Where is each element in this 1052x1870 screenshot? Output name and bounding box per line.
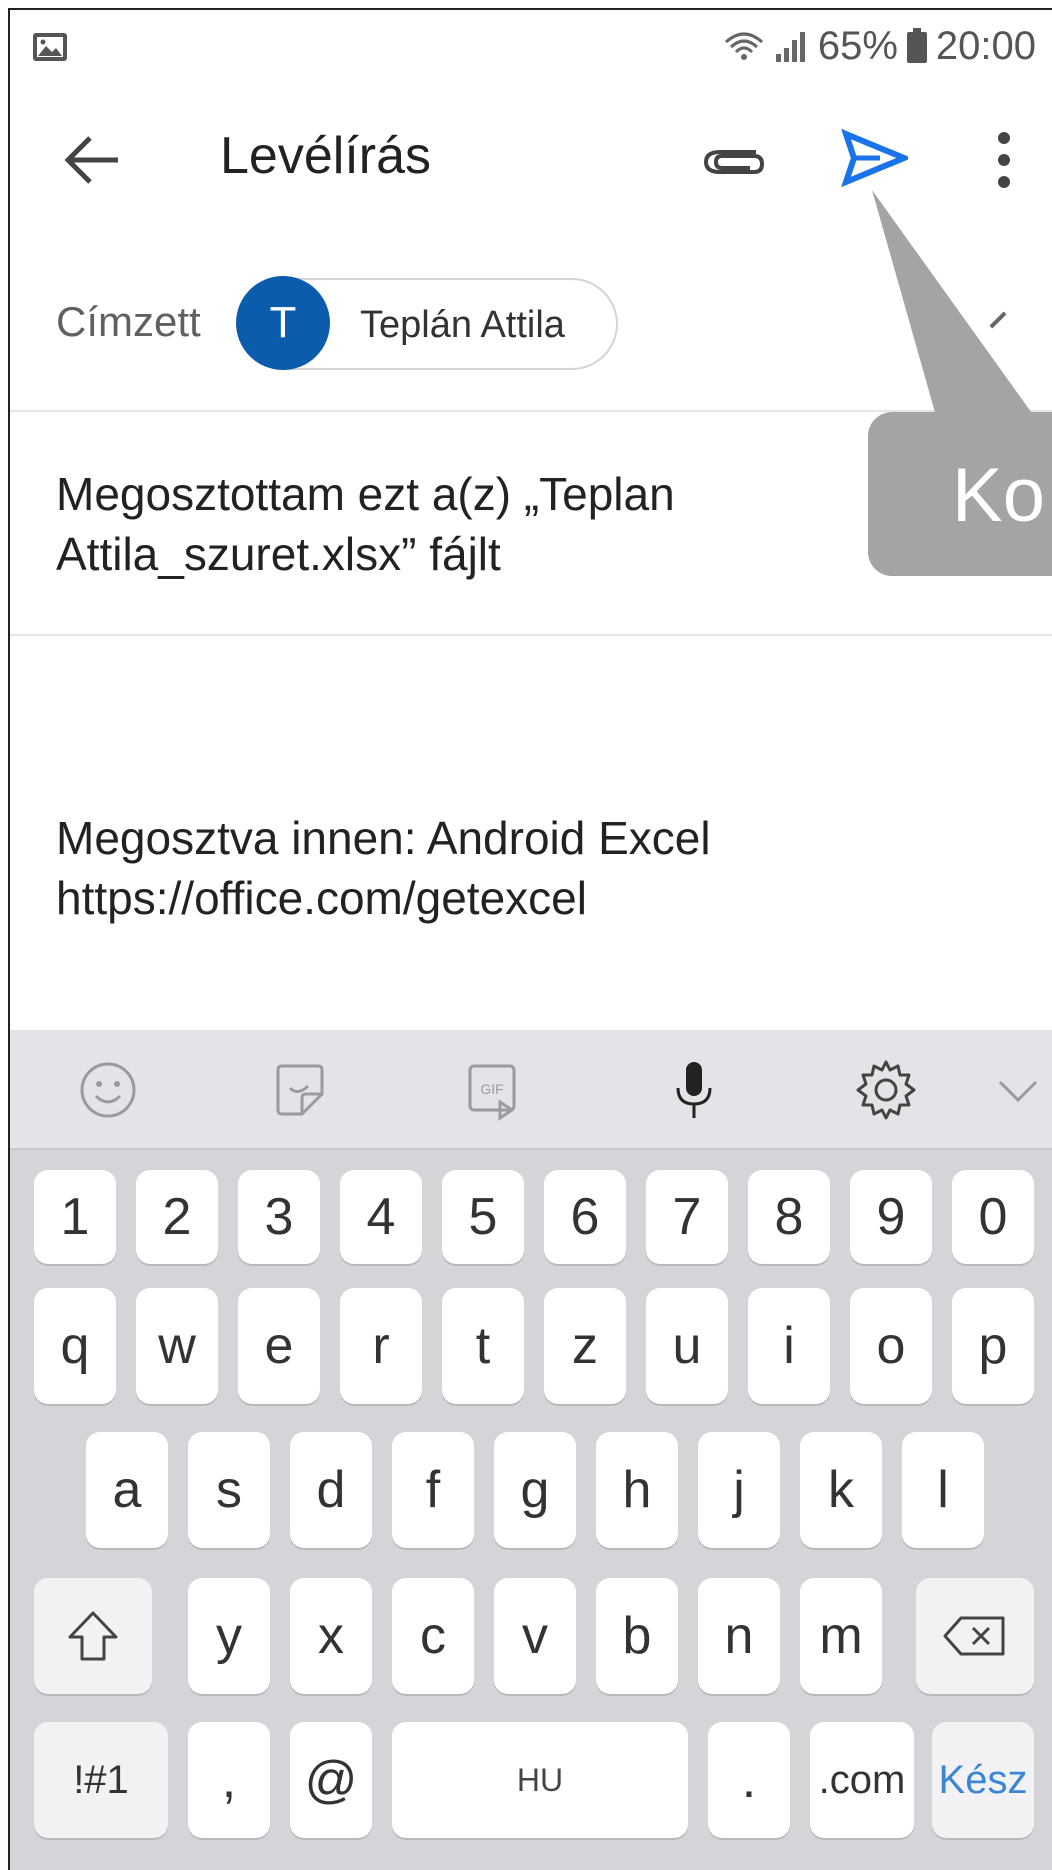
signal-icon	[775, 32, 805, 62]
body-line: Megosztva innen: Android Excel	[56, 812, 711, 864]
key-j[interactable]: j	[698, 1432, 780, 1548]
key-5[interactable]: 5	[442, 1170, 524, 1264]
keyboard: GIF 1 2 3 4 5 6 7 8 9 0 q w e r t z u i …	[10, 1030, 1052, 1870]
key-s[interactable]: s	[188, 1432, 270, 1548]
comma-key[interactable]: ,	[188, 1722, 270, 1838]
key-b[interactable]: b	[596, 1578, 678, 1694]
key-g[interactable]: g	[494, 1432, 576, 1548]
key-f[interactable]: f	[392, 1432, 474, 1548]
status-time: 20:00	[935, 23, 1036, 68]
key-w[interactable]: w	[136, 1288, 218, 1404]
body-line: https://office.com/getexcel	[56, 872, 587, 924]
key-3[interactable]: 3	[238, 1170, 320, 1264]
battery-percent: 65%	[817, 23, 898, 68]
sticker-icon[interactable]	[268, 1058, 332, 1122]
settings-icon[interactable]	[854, 1058, 918, 1122]
key-k[interactable]: k	[800, 1432, 882, 1548]
body-text: Megosztva innen: Android Excel https://o…	[56, 808, 956, 928]
battery-icon	[906, 28, 927, 63]
subject-line: Attila_szuret.xlsx” fájlt	[56, 528, 501, 580]
subject-text: Megosztottam ezt a(z) „Teplan Attila_szu…	[56, 464, 816, 584]
recipient-name: Teplán Attila	[360, 304, 565, 346]
symbols-key[interactable]: !#1	[34, 1722, 168, 1838]
app-bar: Levélírás	[10, 90, 1052, 230]
shift-key[interactable]	[34, 1578, 152, 1694]
avatar: T	[236, 276, 330, 370]
recipient-chip[interactable]: T Teplán Attila	[236, 276, 618, 370]
screen: 65% 20:00 Levélírás Címzett T Teplán Att…	[0, 0, 1052, 1870]
period-key[interactable]: .	[708, 1722, 790, 1838]
gif-icon[interactable]: GIF	[460, 1058, 524, 1122]
key-d[interactable]: d	[290, 1432, 372, 1548]
key-z[interactable]: z	[544, 1288, 626, 1404]
back-arrow-icon[interactable]	[62, 132, 122, 188]
backspace-icon	[943, 1616, 1005, 1656]
key-1[interactable]: 1	[34, 1170, 116, 1264]
key-x[interactable]: x	[290, 1578, 372, 1694]
callout-text: Ko	[952, 453, 1045, 538]
key-c[interactable]: c	[392, 1578, 474, 1694]
key-y[interactable]: y	[188, 1578, 270, 1694]
key-i[interactable]: i	[748, 1288, 830, 1404]
svg-text:GIF: GIF	[480, 1081, 503, 1097]
image-notification-icon	[33, 33, 67, 61]
key-4[interactable]: 4	[340, 1170, 422, 1264]
to-label: Címzett	[56, 298, 201, 345]
callout-box: Ko	[868, 412, 1052, 576]
emoji-icon[interactable]	[76, 1058, 140, 1122]
key-t[interactable]: t	[442, 1288, 524, 1404]
send-icon[interactable]	[840, 128, 908, 188]
keyboard-toolbar: GIF	[10, 1030, 1052, 1150]
key-a[interactable]: a	[86, 1432, 168, 1548]
key-r[interactable]: r	[340, 1288, 422, 1404]
shift-icon	[68, 1611, 118, 1661]
chevron-down-icon[interactable]	[986, 1058, 1050, 1122]
page-title: Levélírás	[220, 127, 431, 185]
key-h[interactable]: h	[596, 1432, 678, 1548]
subject-line: Megosztottam ezt a(z) „Teplan	[56, 468, 675, 520]
dotcom-key[interactable]: .com	[810, 1722, 914, 1838]
at-key[interactable]: @	[290, 1722, 372, 1838]
key-e[interactable]: e	[238, 1288, 320, 1404]
key-7[interactable]: 7	[646, 1170, 728, 1264]
key-n[interactable]: n	[698, 1578, 780, 1694]
key-u[interactable]: u	[646, 1288, 728, 1404]
key-9[interactable]: 9	[850, 1170, 932, 1264]
backspace-key[interactable]	[916, 1578, 1034, 1694]
paperclip-icon[interactable]	[700, 136, 768, 182]
done-key[interactable]: Kész	[932, 1722, 1034, 1838]
message-body[interactable]: Megosztva innen: Android Excel https://o…	[10, 636, 1052, 1030]
space-key[interactable]: HU	[392, 1722, 688, 1838]
key-8[interactable]: 8	[748, 1170, 830, 1264]
key-o[interactable]: o	[850, 1288, 932, 1404]
key-q[interactable]: q	[34, 1288, 116, 1404]
recipient-row[interactable]: Címzett T Teplán Attila	[10, 230, 1052, 412]
status-right: 65% 20:00	[722, 24, 1036, 68]
key-2[interactable]: 2	[136, 1170, 218, 1264]
key-l[interactable]: l	[902, 1432, 984, 1548]
key-m[interactable]: m	[800, 1578, 882, 1694]
key-6[interactable]: 6	[544, 1170, 626, 1264]
status-bar: 65% 20:00	[10, 10, 1052, 90]
key-p[interactable]: p	[952, 1288, 1034, 1404]
more-vert-icon[interactable]	[990, 130, 1018, 190]
microphone-icon[interactable]	[662, 1058, 726, 1122]
key-0[interactable]: 0	[952, 1170, 1034, 1264]
expand-recipients-icon[interactable]	[989, 311, 1007, 329]
key-v[interactable]: v	[494, 1578, 576, 1694]
wifi-icon	[724, 32, 763, 60]
